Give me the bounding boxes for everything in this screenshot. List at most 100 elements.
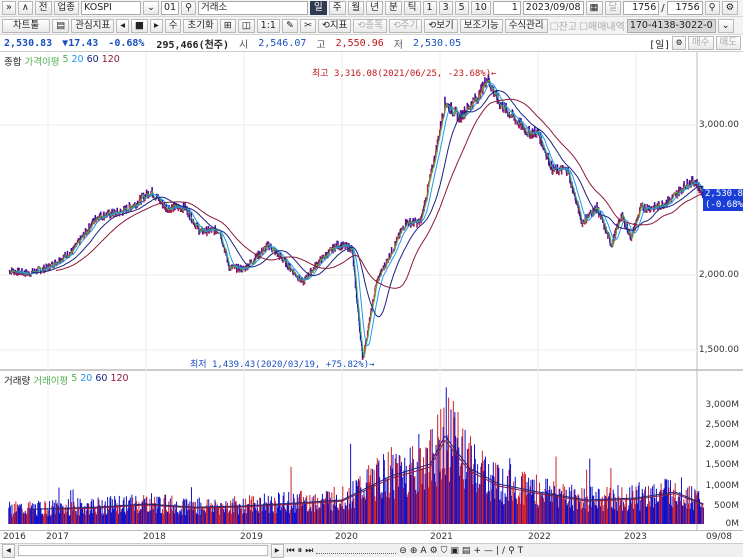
stop-icon[interactable]: ■	[130, 18, 148, 33]
quote-bar: 2,530.83 ▼17.43 -0.68% 295,466(천주) 시 2,5…	[0, 35, 743, 52]
pin-button[interactable]: ∧	[17, 1, 33, 15]
grid-icon[interactable]: ⊞	[219, 18, 236, 33]
scrollbar[interactable]	[17, 545, 268, 556]
legend-vma: 거래이평	[33, 376, 69, 387]
settings-icon[interactable]: ⚙	[721, 1, 739, 15]
crosshair-icon[interactable]: +	[473, 546, 481, 556]
minute-5[interactable]: 5	[454, 1, 469, 15]
account-dropdown[interactable]: ⌄	[717, 18, 734, 33]
minute-10[interactable]: 10	[470, 1, 491, 15]
su-button[interactable]: 수	[164, 18, 182, 33]
period-indicator: [일]	[649, 39, 671, 51]
chart-canvas[interactable]	[0, 52, 743, 530]
count-input[interactable]: 1756	[623, 1, 660, 15]
collapse-button[interactable]: »	[2, 1, 16, 15]
market-field[interactable]: 거래소	[198, 1, 309, 15]
legend-vma5: 5	[71, 373, 78, 384]
search-icon[interactable]: ⚲	[181, 1, 197, 15]
period-tick[interactable]: 틱	[403, 1, 421, 15]
trades-label: 매매내역	[588, 22, 625, 33]
change-pct: -0.68%	[108, 37, 145, 49]
reset-button[interactable]: 초기화	[183, 18, 218, 33]
magnifier-icon[interactable]: ⚲	[508, 546, 515, 556]
watch-indicator-button[interactable]: 관심지표	[71, 18, 115, 33]
pause-icon[interactable]: ⏸	[298, 546, 303, 556]
vol-y-label: 1,500M	[705, 460, 739, 470]
legend-vma120: 120	[110, 373, 129, 384]
zoom-icon[interactable]: ⚲	[704, 1, 720, 15]
gear-icon[interactable]: ⚙	[430, 546, 438, 556]
balance-label: 잔고	[558, 22, 578, 33]
period-day[interactable]: 일	[310, 1, 327, 15]
sell-button[interactable]: 매도	[715, 36, 741, 50]
prev-icon[interactable]: ◂	[116, 18, 129, 33]
minute-3[interactable]: 3	[438, 1, 453, 15]
indicator-button[interactable]: ⟲지표	[317, 18, 352, 33]
scroll-left[interactable]: ◂	[2, 543, 15, 558]
period-button[interactable]: ⟲주기	[388, 18, 423, 33]
last-icon[interactable]: ⏭	[305, 546, 313, 556]
vol-y-label: 2,500M	[705, 420, 739, 430]
period-label: 주기	[400, 19, 419, 31]
next-icon[interactable]: ▸	[149, 18, 163, 33]
x-label: 2018	[143, 532, 166, 542]
first-icon[interactable]: ⏮	[287, 546, 295, 556]
layout-icon[interactable]: ▤	[52, 18, 70, 33]
filter-icon[interactable]: ⛉	[441, 546, 448, 556]
date-input[interactable]: 2023/09/08	[522, 1, 584, 15]
balance-checkbox[interactable]: ☐잔고	[550, 18, 577, 33]
text-tool-icon[interactable]: T	[518, 546, 524, 556]
hline-icon[interactable]: —	[484, 546, 493, 556]
assist-button[interactable]: 보조기능	[459, 18, 503, 33]
stock-button[interactable]: ⟲종목	[353, 18, 387, 33]
scroll-right[interactable]: ▸	[270, 543, 284, 558]
code-input[interactable]: KOSPI	[81, 1, 142, 15]
separator: /	[661, 2, 665, 14]
period-year[interactable]: 년	[366, 1, 384, 15]
zoom-out-icon[interactable]: ⊖	[399, 546, 407, 556]
account-select[interactable]: 170-4138-3022-0	[626, 18, 716, 33]
scissors-icon[interactable]: ✂	[299, 18, 316, 33]
chart-area[interactable]: 종합 가격이평 5 20 60 120 최고 3,316.08(2021/06/…	[0, 52, 743, 530]
month-button[interactable]: 달	[604, 1, 622, 15]
bottom-bar: ◂ ▸ ⏮ ⏸ ⏭ ⊖ ⊕ A ⚙ ⛉ ▣ ▤ + — | / ⚲ T	[0, 543, 743, 558]
total-count[interactable]: 1756	[666, 1, 703, 15]
high-price: 2,550.96	[335, 37, 384, 49]
calendar-icon[interactable]: ▦	[585, 1, 603, 15]
save-icon[interactable]: ▤	[462, 546, 471, 556]
text-icon[interactable]: A	[420, 546, 426, 556]
view-label: 보기	[436, 19, 454, 31]
period-minute[interactable]: 분	[385, 1, 402, 15]
vol-y-label: 3,000M	[705, 400, 739, 410]
high-label: 고	[316, 39, 326, 51]
legend-ma120: 120	[101, 54, 120, 65]
vline-icon[interactable]: |	[496, 546, 499, 556]
period-week[interactable]: 주	[328, 1, 346, 15]
minute-1[interactable]: 1	[422, 1, 437, 15]
code-type-button[interactable]: 업종	[53, 1, 80, 15]
formula-button[interactable]: 수식관리	[504, 18, 548, 33]
trendline-icon[interactable]: /	[502, 546, 505, 556]
legend-ma5: 5	[62, 54, 69, 65]
sub-code[interactable]: 01	[160, 1, 180, 15]
zoom-slider[interactable]	[316, 548, 397, 554]
chart-tool-button[interactable]: 차트툴	[2, 18, 51, 33]
period-month[interactable]: 월	[347, 1, 365, 15]
zoom-in-icon[interactable]: ⊕	[410, 546, 418, 556]
ma60-line	[32, 90, 704, 318]
y-label: 2,000.00	[698, 270, 739, 280]
n-select[interactable]: 1	[492, 1, 521, 15]
trades-checkbox[interactable]: ☐매매내역	[579, 18, 625, 33]
indicator-label: 지표	[329, 19, 348, 31]
image-icon[interactable]: ▣	[450, 546, 459, 556]
view-button[interactable]: ⟲보기	[424, 18, 458, 33]
back-button[interactable]: 전	[34, 1, 52, 15]
x-label: 09/08	[706, 532, 732, 542]
pin-icon[interactable]: ✎	[281, 18, 298, 33]
x-label: 2020	[335, 532, 358, 542]
buy-button[interactable]: 매수	[688, 36, 714, 50]
ratio-button[interactable]: 1:1	[256, 18, 280, 33]
code-dropdown[interactable]: ⌄	[143, 1, 159, 15]
settings-icon[interactable]: ⚙	[672, 36, 687, 50]
split-icon[interactable]: ◫	[237, 18, 255, 33]
